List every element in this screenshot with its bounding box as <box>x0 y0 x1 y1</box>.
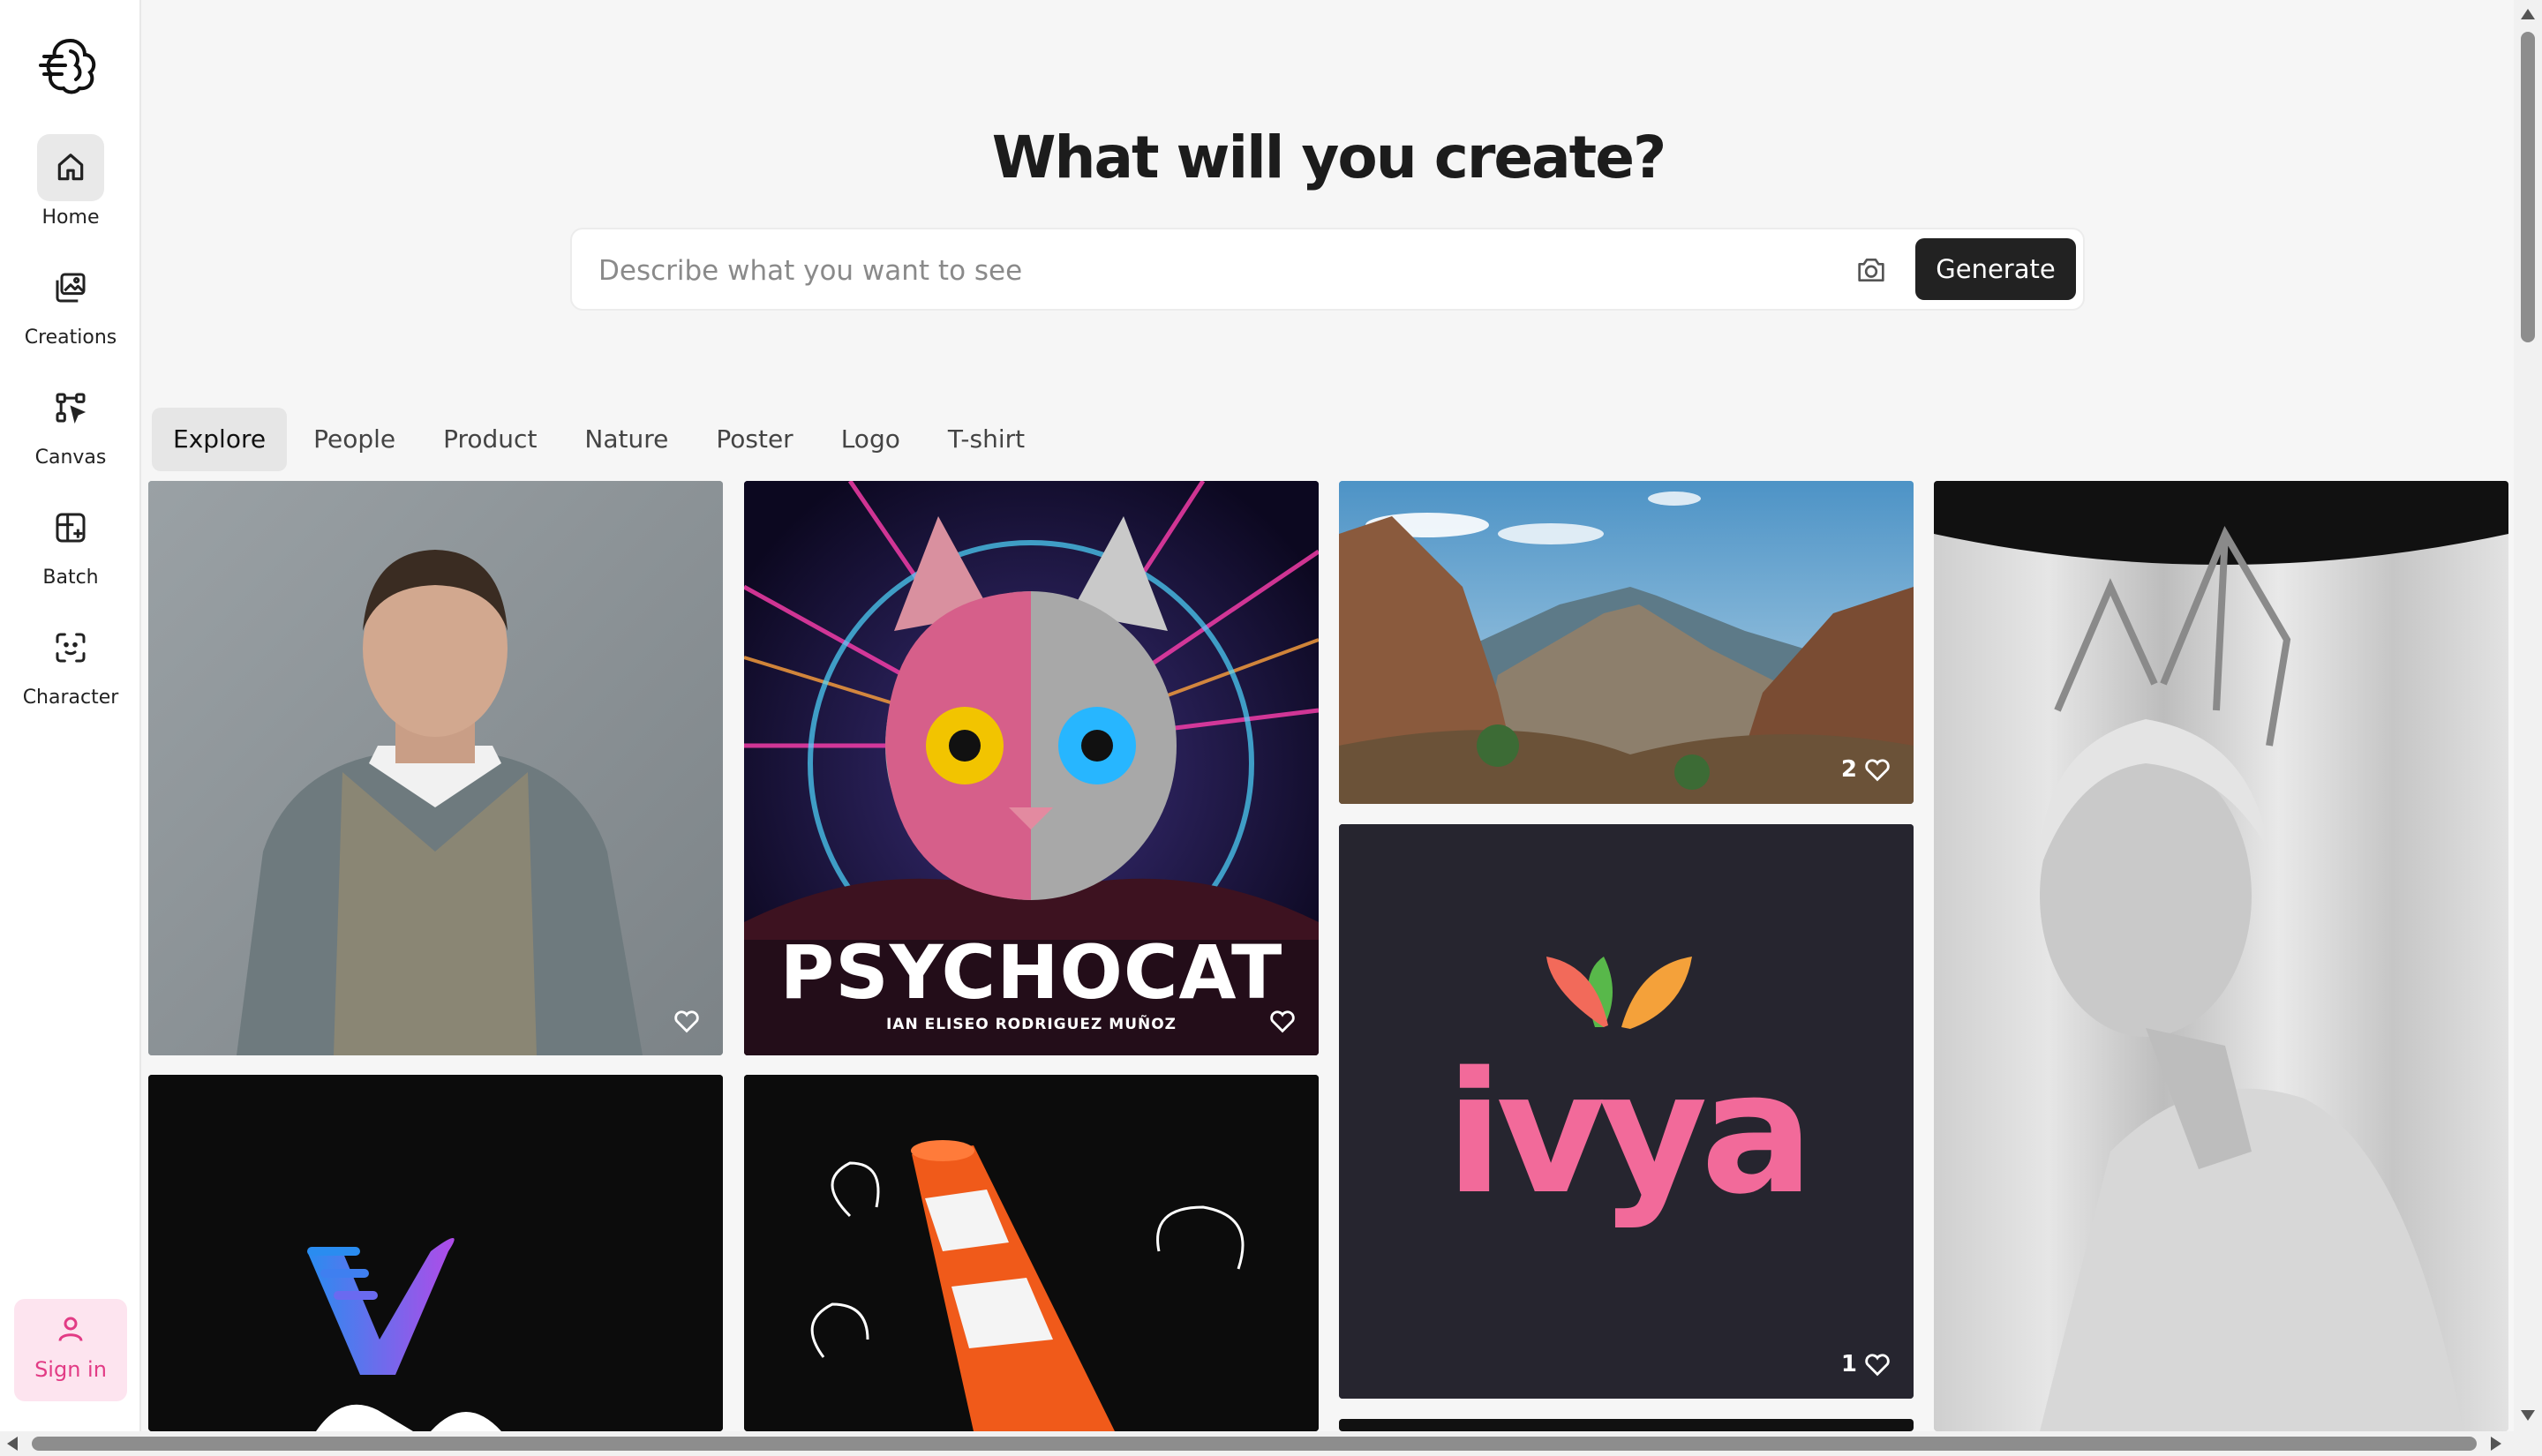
tab-product[interactable]: Product <box>422 408 558 471</box>
prompt-input[interactable] <box>597 245 1748 296</box>
like-count: 1 <box>1841 1351 1857 1377</box>
sidebar-item-label: Character <box>0 687 141 709</box>
scroll-down-icon[interactable] <box>2521 1410 2535 1421</box>
sidebar-item-label: Creations <box>0 326 141 349</box>
heart-icon <box>672 1006 702 1036</box>
tab-nature[interactable]: Nature <box>563 408 689 471</box>
vertical-scrollbar-thumb[interactable] <box>2521 32 2535 342</box>
user-icon <box>14 1299 127 1348</box>
scroll-left-icon[interactable] <box>7 1437 18 1451</box>
heart-icon <box>1267 1006 1297 1036</box>
logo-word: ivya <box>1339 1036 1914 1231</box>
like-button[interactable]: 2 <box>1841 754 1892 784</box>
gallery-card-logo[interactable]: ivya 1 <box>1339 824 1914 1399</box>
page-title: What will you create? <box>141 124 2516 191</box>
sidebar-item-batch[interactable]: Batch <box>0 494 141 589</box>
sidebar-item-canvas[interactable]: Canvas <box>0 374 141 469</box>
canvas-icon <box>37 374 104 441</box>
like-count: 2 <box>1841 756 1857 783</box>
gallery-card-psychocat[interactable]: PSYCHOCAT IAN ELISEO RODRIGUEZ MUÑOZ <box>744 481 1319 1055</box>
like-button[interactable] <box>1262 1006 1297 1036</box>
sidebar-item-character[interactable]: Character <box>0 614 141 709</box>
fashion-woman-image <box>1934 481 2508 1431</box>
sign-in-label: Sign in <box>14 1357 127 1382</box>
like-button[interactable] <box>666 1006 702 1036</box>
character-icon <box>37 614 104 681</box>
scroll-right-icon[interactable] <box>2491 1437 2501 1451</box>
poster-title: PSYCHOCAT <box>744 929 1319 1016</box>
tab-people[interactable]: People <box>292 408 417 471</box>
sidebar-item-home[interactable]: Home <box>0 134 141 229</box>
gallery-card-portrait-man[interactable] <box>148 481 723 1055</box>
sidebar-item-label: Canvas <box>0 447 141 469</box>
brain-logo-icon[interactable] <box>37 32 104 99</box>
tab-poster[interactable]: Poster <box>695 408 814 471</box>
like-button[interactable]: 1 <box>1841 1349 1892 1379</box>
viron-logo-image <box>148 1075 723 1431</box>
prompt-bar: Generate <box>570 228 2085 311</box>
batch-icon <box>37 494 104 561</box>
horizontal-scrollbar-thumb[interactable] <box>32 1437 2477 1451</box>
gallery-card-mountains[interactable]: 2 <box>1339 481 1914 804</box>
tab-tshirt[interactable]: T-shirt <box>927 408 1046 471</box>
gallery-card-partial[interactable] <box>1339 1419 1914 1431</box>
home-icon <box>37 134 104 201</box>
generate-button[interactable]: Generate <box>1915 238 2076 300</box>
category-tabs: Explore People Product Nature Poster Log… <box>152 408 1051 471</box>
mountains-image <box>1339 481 1914 804</box>
traffic-cone-image <box>744 1075 1319 1431</box>
sidebar-item-label: Home <box>0 206 141 229</box>
portrait-man-image <box>148 481 723 1055</box>
gallery-card-fashion-woman[interactable] <box>1934 481 2508 1431</box>
tab-explore[interactable]: Explore <box>152 408 287 471</box>
sign-in-button[interactable]: Sign in <box>14 1299 127 1401</box>
sidebar: Home Creations Canvas Batch Character Si… <box>0 0 141 1456</box>
scroll-up-icon[interactable] <box>2521 9 2535 19</box>
poster-subtitle: IAN ELISEO RODRIGUEZ MUÑOZ <box>744 1016 1319 1033</box>
heart-icon <box>1862 754 1892 784</box>
sidebar-item-creations[interactable]: Creations <box>0 254 141 349</box>
tab-logo[interactable]: Logo <box>820 408 921 471</box>
images-icon <box>37 254 104 321</box>
gallery-card-traffic-cone[interactable] <box>744 1075 1319 1431</box>
gallery-card-viron-logo[interactable] <box>148 1075 723 1431</box>
sidebar-item-label: Batch <box>0 567 141 589</box>
heart-icon <box>1862 1349 1892 1379</box>
camera-icon[interactable] <box>1854 252 1889 288</box>
